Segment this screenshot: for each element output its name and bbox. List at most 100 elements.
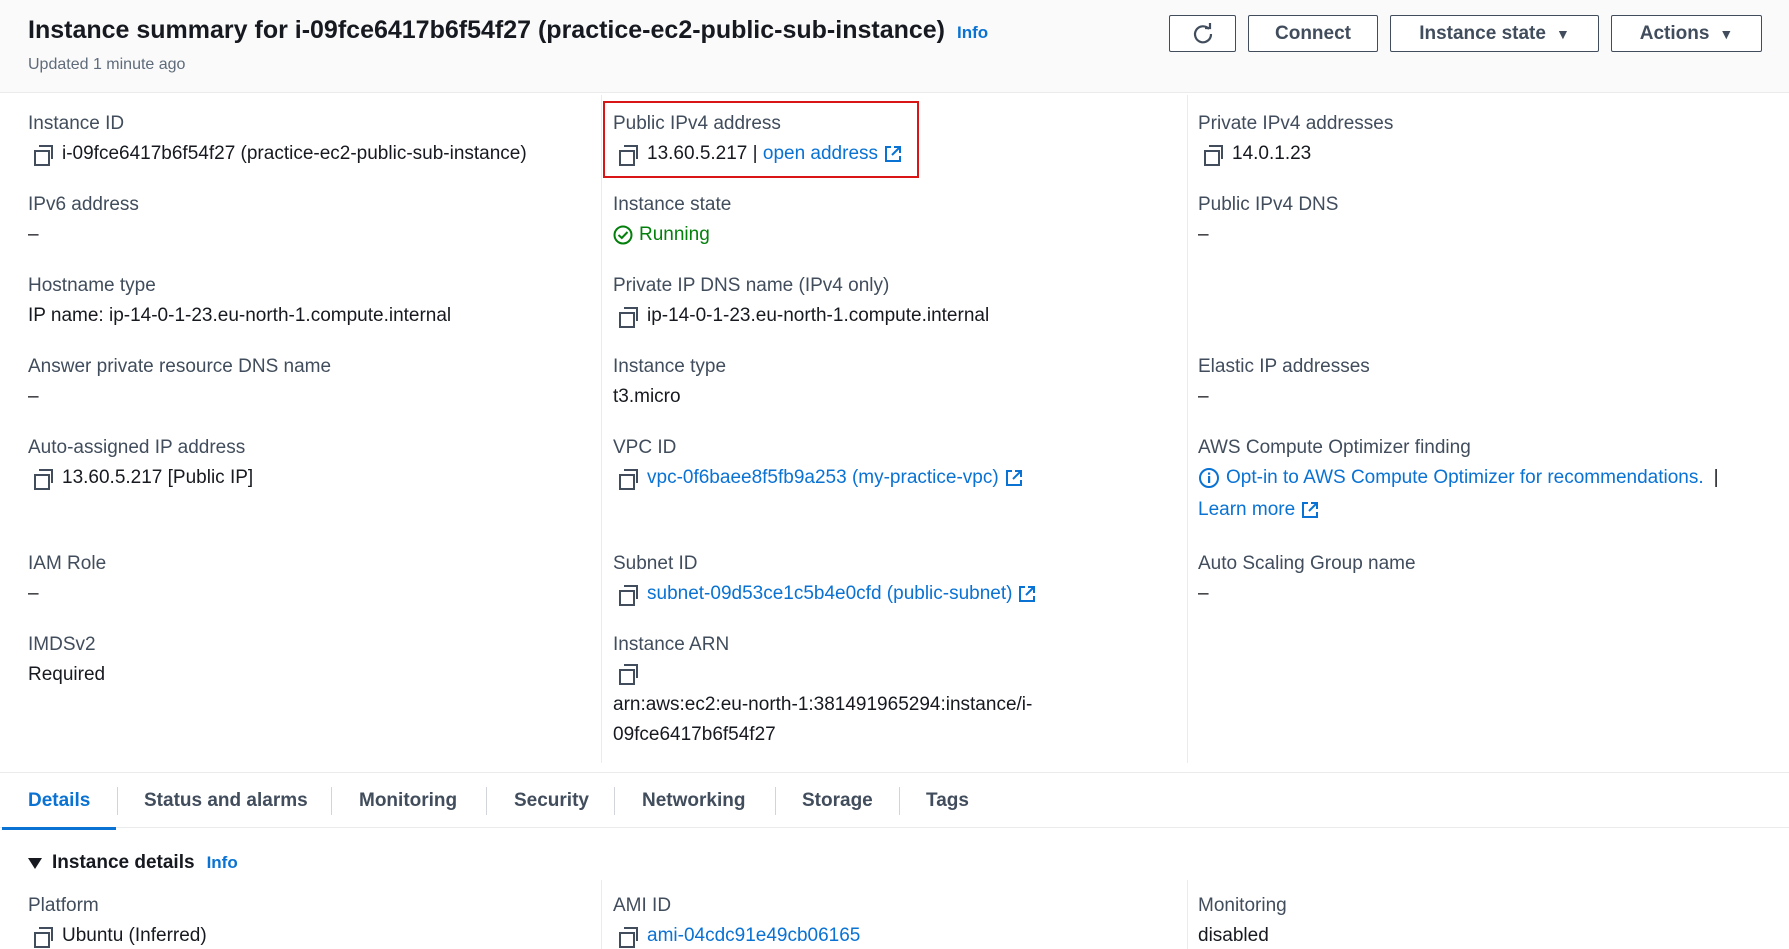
external-link-icon[interactable] [884, 145, 902, 163]
private-ipv4-field: Private IPv4 addresses 14.0.1.23 [1198, 113, 1394, 166]
field-label: Hostname type [28, 275, 156, 296]
field-label: Instance type [613, 356, 727, 377]
tab-separator [899, 787, 900, 815]
optimizer-field: AWS Compute Optimizer finding Opt-in to … [1198, 437, 1719, 521]
field-label: Monitoring [1198, 895, 1287, 916]
field-label: AMI ID [613, 895, 672, 916]
field-label: Elastic IP addresses [1198, 356, 1370, 377]
platform-field: Platform Ubuntu (Inferred) [28, 895, 207, 948]
caret-down-icon [28, 857, 42, 869]
external-link-icon[interactable] [1018, 585, 1036, 603]
tab-details[interactable]: Details [1, 773, 117, 830]
connect-button[interactable]: Connect [1248, 15, 1378, 52]
tab-storage[interactable]: Storage [802, 773, 873, 829]
instance-details-toggle[interactable]: Instance details Info [28, 852, 238, 874]
refresh-button[interactable] [1169, 15, 1236, 52]
asg-name-value: – [1198, 583, 1209, 604]
section-title-text: Instance details [52, 852, 195, 873]
hostname-type-field: Hostname type IP name: ip-14-0-1-23.eu-n… [28, 275, 451, 327]
field-label: Private IP DNS name (IPv4 only) [613, 275, 890, 296]
instance-state-value: Running [639, 224, 710, 245]
private-dns-value: ip-14-0-1-23.eu-north-1.compute.internal [647, 305, 990, 326]
copy-icon[interactable] [619, 927, 638, 948]
field-label: Private IPv4 addresses [1198, 113, 1394, 134]
tab-security[interactable]: Security [514, 773, 589, 829]
subnet-id-field: Subnet ID subnet-09d53ce1c5b4e0cfd (publ… [613, 553, 1036, 606]
private-dns-field: Private IP DNS name (IPv4 only) ip-14-0-… [613, 275, 990, 328]
copy-icon[interactable] [619, 145, 638, 166]
answer-dns-field: Answer private resource DNS name – [28, 356, 331, 408]
copy-icon[interactable] [619, 307, 638, 328]
monitoring-field: Monitoring disabled [1198, 895, 1287, 947]
optimizer-separator: | [1713, 467, 1719, 488]
imdsv2-field: IMDSv2 Required [28, 634, 105, 686]
external-link-icon[interactable] [1301, 501, 1319, 519]
instance-summary-header: Instance summary for i-09fce6417b6f54f27… [0, 0, 1789, 93]
tab-separator [331, 787, 332, 815]
copy-icon[interactable] [619, 585, 638, 606]
field-label: Public IPv4 DNS [1198, 194, 1339, 215]
ipv6-value: – [28, 224, 39, 245]
tab-networking[interactable]: Networking [642, 773, 745, 829]
copy-icon[interactable] [34, 469, 53, 490]
instance-arn-line1: arn:aws:ec2:eu-north-1:381491965294:inst… [613, 694, 1033, 715]
copy-icon[interactable] [34, 145, 53, 166]
instance-state-field: Instance state Running [613, 194, 731, 246]
field-label: Instance ID [28, 113, 125, 134]
instance-type-value: t3.micro [613, 386, 681, 407]
field-label: VPC ID [613, 437, 677, 458]
external-link-icon[interactable] [1005, 469, 1023, 487]
check-circle-icon [613, 225, 633, 245]
field-label: Auto Scaling Group name [1198, 553, 1416, 574]
field-label: Subnet ID [613, 553, 698, 574]
copy-icon[interactable] [1204, 145, 1223, 166]
info-circle-icon [1199, 468, 1219, 488]
tab-separator [775, 787, 776, 815]
elastic-ip-field: Elastic IP addresses – [1198, 356, 1370, 408]
field-label: AWS Compute Optimizer finding [1198, 437, 1471, 458]
learn-more-link[interactable]: Learn more [1198, 499, 1295, 521]
tab-separator [117, 787, 118, 815]
instance-state-dropdown[interactable]: Instance state ▼ [1390, 15, 1599, 52]
platform-value: Ubuntu (Inferred) [62, 925, 207, 946]
instance-arn-field: Instance ARN arn:aws:ec2:eu-north-1:3814… [613, 634, 1032, 750]
caret-down-icon: ▼ [1555, 25, 1570, 42]
last-updated-text: Updated 1 minute ago [28, 56, 186, 73]
subnet-id-link[interactable]: subnet-09d53ce1c5b4e0cfd (public-subnet) [647, 583, 1012, 605]
copy-icon[interactable] [34, 927, 53, 948]
field-label: Instance state [613, 194, 732, 215]
vpc-id-link[interactable]: vpc-0f6baee8f5fb9a253 (my-practice-vpc) [647, 467, 999, 489]
copy-icon[interactable] [619, 664, 638, 685]
auto-ip-field: Auto-assigned IP address 13.60.5.217 [Pu… [28, 437, 254, 490]
copy-icon[interactable] [619, 469, 638, 490]
tab-monitoring[interactable]: Monitoring [359, 773, 457, 829]
ami-id-link[interactable]: ami-04cdc91e49cb06165 [647, 925, 860, 947]
tab-tags[interactable]: Tags [926, 773, 969, 829]
refresh-icon [1193, 22, 1212, 43]
column-divider [601, 95, 602, 763]
auto-ip-value: 13.60.5.217 [Public IP] [62, 467, 254, 488]
optimizer-opt-in-link[interactable]: Opt-in to AWS Compute Optimizer for reco… [1226, 467, 1704, 489]
hostname-type-value: IP name: ip-14-0-1-23.eu-north-1.compute… [28, 305, 452, 326]
open-address-link[interactable]: open address [763, 143, 878, 165]
page-title-text: Instance summary for i-09fce6417b6f54f27… [28, 16, 946, 44]
private-ipv4-value: 14.0.1.23 [1232, 143, 1312, 164]
tab-status-and-alarms[interactable]: Status and alarms [144, 773, 308, 829]
public-dns-value: – [1198, 224, 1209, 245]
info-link[interactable]: Info [957, 23, 988, 42]
elastic-ip-value: – [1198, 386, 1209, 407]
field-label: Instance ARN [613, 634, 730, 655]
column-divider [601, 880, 602, 949]
field-label: Public IPv4 address [613, 113, 781, 134]
instance-arn-line2: 09fce6417b6f54f27 [613, 724, 776, 745]
field-label: Auto-assigned IP address [28, 437, 246, 458]
monitoring-value: disabled [1198, 925, 1269, 946]
instance-id-field: Instance ID i-09fce6417b6f54f27 (practic… [28, 113, 527, 166]
column-divider [1187, 880, 1188, 949]
actions-dropdown[interactable]: Actions ▼ [1611, 15, 1762, 52]
field-label: Platform [28, 895, 99, 916]
details-tabs: Details Status and alarms Monitoring Sec… [0, 772, 1789, 830]
field-label: Answer private resource DNS name [28, 356, 332, 377]
field-label: IMDSv2 [28, 634, 96, 655]
info-link[interactable]: Info [207, 853, 238, 873]
